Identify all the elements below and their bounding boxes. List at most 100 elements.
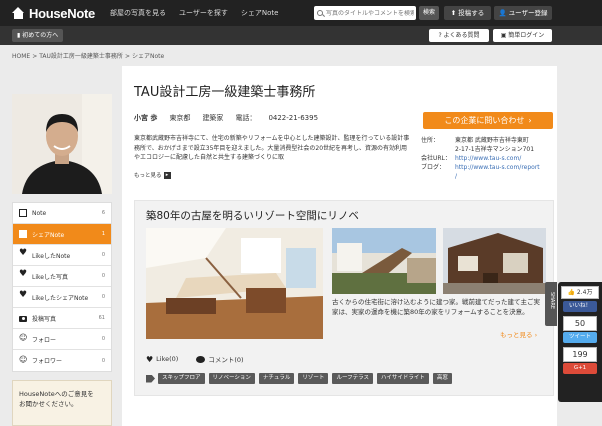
- sidebar-count: 0: [101, 357, 105, 364]
- tag-renovation[interactable]: リノベーション: [208, 373, 255, 384]
- blog-label: ブログ：: [421, 164, 446, 171]
- search-icon: [317, 10, 323, 16]
- comment-icon: [196, 355, 206, 363]
- google-plus-button[interactable]: G+1: [563, 363, 597, 374]
- chevron-right-icon: ›: [528, 116, 532, 125]
- terrace-photo-illustration: [332, 228, 436, 294]
- article-more-link[interactable]: もっと見る ›: [500, 329, 537, 339]
- blog-url-link[interactable]: http://www.tau-s.com/report: [455, 163, 540, 172]
- sidebar-count: 0: [101, 273, 105, 279]
- camera-icon: [19, 315, 27, 322]
- share-tab[interactable]: SHARE: [545, 282, 557, 326]
- article-photo-interior[interactable]: [146, 228, 323, 339]
- heart-icon: [19, 290, 27, 301]
- nav-room-photos[interactable]: 部屋の写真を見る: [110, 8, 166, 18]
- contact-company-button[interactable]: この企業に問い合わせ ›: [423, 112, 553, 129]
- nav-share-note[interactable]: シェアNote: [241, 8, 279, 18]
- sidebar-item-note[interactable]: Note 6: [13, 203, 111, 224]
- post-button[interactable]: ⬆ 投稿する: [444, 6, 491, 20]
- person-location: 東京都: [169, 114, 191, 122]
- profile-sidebar: Note 6 シェアNote 1 LikeしたNote 0 Likeした写真 0…: [12, 202, 112, 372]
- register-button[interactable]: 👤 ユーザー登録: [494, 6, 552, 20]
- search-button[interactable]: 検索: [419, 6, 439, 20]
- heart-icon: [19, 248, 27, 259]
- tag-skip-floor[interactable]: スキップフロア: [158, 373, 205, 384]
- breadcrumb-company[interactable]: TAU設計工房一級建築士事務所: [39, 53, 123, 60]
- sidebar-item-liked-share-note[interactable]: LikeしたシェアNote 0: [13, 287, 111, 308]
- sidebar-count: 1: [101, 231, 105, 237]
- tag-icon: [146, 374, 155, 383]
- person-icon: [19, 355, 27, 365]
- sidebar-count: 0: [101, 336, 105, 342]
- exterior-photo-illustration: [443, 228, 546, 294]
- address-line-2: 2-17-1吉祥寺マンション701: [455, 146, 535, 153]
- house-logo-icon: [12, 7, 25, 19]
- heart-icon: ♥: [146, 354, 154, 364]
- tag-resort[interactable]: リゾート: [298, 373, 329, 384]
- tweet-button[interactable]: ツイート: [563, 332, 597, 343]
- sidebar-count: 6: [101, 210, 105, 216]
- nav-find-users[interactable]: ユーザーを探す: [179, 8, 228, 18]
- person-info: 小宮 歩 東京都 建築家 電話： 0422-21-6395: [134, 113, 342, 123]
- sidebar-item-share-note[interactable]: シェアNote 1: [13, 224, 111, 245]
- breadcrumb: HOME > TAU設計工房一級建築士事務所 > シェアNote: [12, 53, 165, 60]
- url-label: 会社URL：: [421, 155, 451, 162]
- search-box: [314, 6, 416, 20]
- search-input[interactable]: [326, 9, 414, 17]
- description-more-link[interactable]: もっと見る ▸: [134, 171, 171, 179]
- top-bar: HouseNote 部屋の写真を見る ユーザーを探す シェアNote 検索 ⬆ …: [0, 0, 602, 26]
- company-description: 東京都武蔵野市吉祥寺にて、住宅の新築やリフォームを中心とした建築設計、監理を行っ…: [134, 135, 410, 161]
- sub-bar: ▮ 初めての方へ ? よくある質問 ▣ 簡単ログイン: [0, 26, 602, 45]
- company-info: 住所： 東京都 武蔵野市吉祥寺東町 2-17-1吉祥寺マンション701 会社URL…: [421, 136, 540, 181]
- article-caption: 古くからの住宅街に溶け込むように建つ家。戦前建てだった建て主ご実家は、実家の運命…: [332, 298, 540, 316]
- article-title[interactable]: 築80年の古屋を明るいリゾート空間にリノベ: [146, 208, 359, 223]
- share-panel: 👍 2.4万 いいね！ 50 ツイート 199 G+1: [558, 282, 602, 402]
- sidebar-count: 0: [101, 294, 105, 300]
- login-button[interactable]: ▣ 簡単ログイン: [493, 29, 552, 42]
- article-photo-terrace[interactable]: [332, 228, 436, 294]
- note-icon: [19, 209, 27, 217]
- top-nav: 部屋の写真を見る ユーザーを探す シェアNote: [110, 8, 291, 18]
- sidebar-item-follow[interactable]: フォロー 0: [13, 329, 111, 350]
- site-logo[interactable]: HouseNote: [12, 5, 95, 21]
- tag-high-window[interactable]: 高窓: [432, 373, 452, 384]
- like-count[interactable]: Like(0): [156, 355, 178, 363]
- interior-photo-illustration: [146, 228, 323, 339]
- blog-url-link-cont[interactable]: /: [455, 172, 457, 181]
- feedback-box[interactable]: HouseNoteへのご意見を お聞かせください。: [12, 380, 112, 426]
- facebook-like-button[interactable]: いいね！: [563, 301, 597, 312]
- sidebar-item-posted-photos[interactable]: 投稿写真 61: [13, 308, 111, 329]
- tag-natural[interactable]: ナチュラル: [258, 373, 295, 384]
- company-title: TAU設計工房一級建築士事務所: [134, 85, 316, 100]
- first-time-button[interactable]: ▮ 初めての方へ: [12, 29, 64, 42]
- person-name: 小宮 歩: [134, 114, 158, 122]
- sidebar-item-followers[interactable]: フォロワー 0: [13, 350, 111, 371]
- address-line-1: 東京都 武蔵野市吉祥寺東町: [455, 137, 529, 144]
- tag-list: スキップフロア リノベーション ナチュラル リゾート ルーフテラス ハイサイドラ…: [146, 373, 456, 384]
- heart-icon: [19, 269, 27, 280]
- thumbs-up-icon: 👍: [567, 289, 575, 296]
- company-url-link[interactable]: http://www.tau-s.com/: [455, 154, 521, 163]
- note-icon: [19, 230, 27, 238]
- breadcrumb-home[interactable]: HOME: [12, 53, 30, 60]
- tag-roof-terrace[interactable]: ルーフテラス: [332, 373, 373, 384]
- comment-count[interactable]: コメント(0): [208, 354, 243, 364]
- sidebar-count: 0: [101, 252, 105, 258]
- facebook-count: 👍 2.4万: [561, 286, 599, 299]
- google-plus-count: 199: [563, 347, 597, 362]
- sidebar-item-liked-photo[interactable]: Likeした写真 0: [13, 266, 111, 287]
- article-photo-exterior[interactable]: [443, 228, 546, 294]
- faq-button[interactable]: ? よくある質問: [429, 29, 489, 42]
- person-phone: 電話： 0422-21-6395: [235, 114, 319, 122]
- tweet-count: 50: [563, 316, 597, 331]
- address-label: 住所：: [421, 137, 440, 144]
- profile-photo: [12, 94, 112, 194]
- sidebar-item-liked-note[interactable]: LikeしたNote 0: [13, 245, 111, 266]
- share-note-card: 築80年の古屋を明るいリゾート空間にリノベ 古くからの住宅街に溶け込むように建つ…: [134, 200, 554, 396]
- article-actions: ♥ Like(0) コメント(0): [146, 354, 244, 365]
- tag-high-side-light[interactable]: ハイサイドライト: [377, 373, 429, 384]
- sidebar-count: 61: [98, 315, 105, 321]
- arrow-right-icon: ▸: [163, 171, 171, 179]
- person-icon: [19, 333, 27, 343]
- breadcrumb-current: シェアNote: [131, 53, 165, 60]
